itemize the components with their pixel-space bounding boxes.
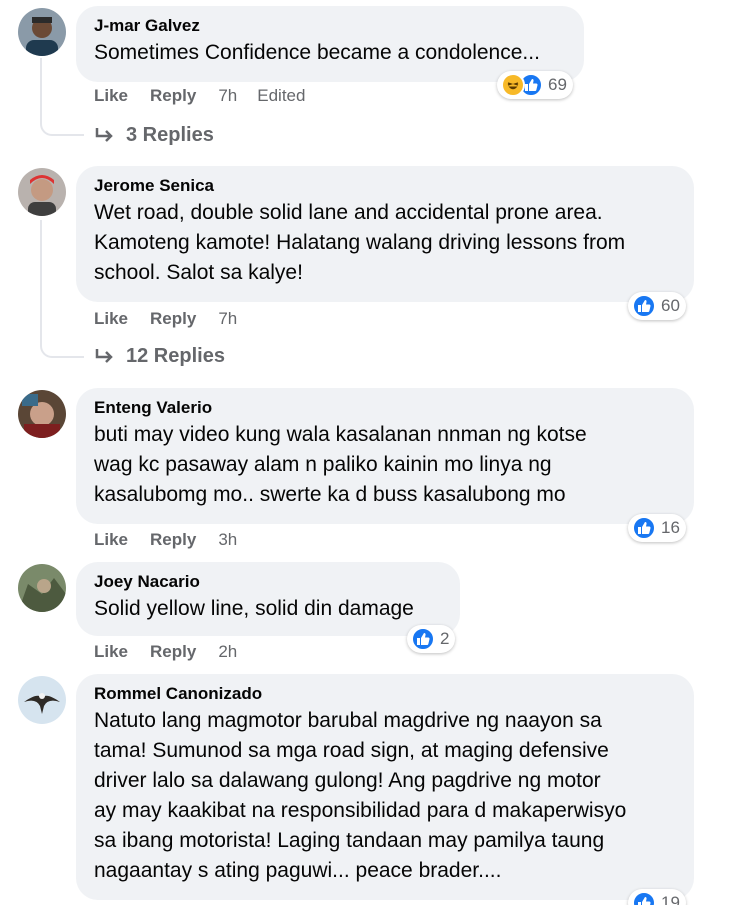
reply-button[interactable]: Reply (150, 309, 196, 329)
comment-text: Sometimes Confidence became a condolence… (94, 41, 540, 64)
reply-arrow-icon (95, 348, 113, 363)
replies-label: 3 Replies (126, 124, 214, 146)
comment-actions: Like Reply 7h Edited (94, 86, 305, 106)
comment-text-line: Natuto lang magmotor barubal magdrive ng… (94, 709, 602, 732)
avatar[interactable] (18, 676, 66, 724)
reaction-summary[interactable]: 60 (628, 292, 686, 320)
reaction-summary[interactable]: 16 (628, 514, 686, 542)
comment-text: Solid yellow line, solid din damage (94, 597, 414, 620)
comment-actions: Like Reply 3h (94, 530, 257, 550)
reply-button[interactable]: Reply (150, 530, 196, 550)
comment-author[interactable]: Jerome Senica (94, 176, 676, 196)
comment-bubble: Jerome Senica Wet road, double solid lan… (76, 166, 694, 302)
comment-text-line: school. Salot sa kalye! (94, 261, 303, 284)
comment-bubble: Rommel Canonizado Natuto lang magmotor b… (76, 674, 694, 900)
comment-text-line: tama! Sumunod sa mga road sign, at magin… (94, 739, 609, 762)
reply-button[interactable]: Reply (150, 642, 196, 662)
haha-icon (501, 73, 525, 97)
comment-text-line: ay may kaakibat na responsibilidad para … (94, 799, 627, 822)
comment-author[interactable]: Enteng Valerio (94, 398, 676, 418)
comment-actions: Like Reply 2h (94, 642, 257, 662)
like-icon (411, 627, 435, 651)
reaction-summary[interactable]: 69 (497, 71, 573, 99)
comment-text-line: buti may video kung wala kasalanan nnman… (94, 423, 587, 446)
comment-author[interactable]: J-mar Galvez (94, 16, 566, 36)
like-icon (632, 891, 656, 905)
comment-timestamp[interactable]: 7h (218, 86, 237, 106)
reaction-count: 2 (440, 629, 450, 648)
comment-text-line: nagaantay s ating paguwi... peace brader… (94, 859, 502, 882)
comment-text-line: kasalubomg mo.. swerte ka d buss kasalub… (94, 483, 566, 506)
comment-text-line: wag kc pasaway alam n paliko kainin mo l… (94, 453, 552, 476)
reaction-count: 69 (548, 75, 567, 94)
edited-label: Edited (257, 86, 306, 105)
comment-bubble: Enteng Valerio buti may video kung wala … (76, 388, 694, 524)
comment-text-line: Kamoteng kamote! Halatang walang driving… (94, 231, 626, 254)
avatar[interactable] (18, 390, 66, 438)
comment-text: Wet road, double solid lane and accident… (94, 198, 676, 288)
like-button[interactable]: Like (94, 530, 128, 550)
like-icon (632, 516, 656, 540)
view-replies-link[interactable]: 3 Replies (94, 124, 214, 147)
comment-text-line: driver lalo sa dalawang gulong! Ang pagd… (94, 769, 601, 792)
avatar[interactable] (18, 564, 66, 612)
reply-button[interactable]: Reply (150, 86, 196, 106)
reaction-count: 19 (661, 893, 680, 905)
comment-bubble: Joey Nacario Solid yellow line, solid di… (76, 562, 460, 636)
comment-text-line: Wet road, double solid lane and accident… (94, 201, 603, 224)
comment-timestamp[interactable]: 3h (218, 530, 237, 550)
comment-author[interactable]: Joey Nacario (94, 572, 442, 592)
reaction-count: 16 (661, 518, 680, 537)
reaction-summary[interactable]: 2 (407, 625, 456, 653)
comment-timestamp[interactable]: 7h (218, 309, 237, 329)
replies-label: 12 Replies (126, 345, 225, 367)
like-button[interactable]: Like (94, 86, 128, 106)
like-icon (632, 294, 656, 318)
comment-actions: Like Reply 7h (94, 309, 257, 329)
reaction-summary[interactable]: 19 (628, 889, 686, 905)
reply-arrow-icon (95, 127, 113, 142)
comment-author[interactable]: Rommel Canonizado (94, 684, 676, 704)
like-button[interactable]: Like (94, 309, 128, 329)
comment-text: buti may video kung wala kasalanan nnman… (94, 420, 676, 510)
comment-text: Natuto lang magmotor barubal magdrive ng… (94, 706, 676, 886)
comment-timestamp[interactable]: 2h (218, 642, 237, 662)
view-replies-link[interactable]: 12 Replies (94, 345, 225, 368)
avatar[interactable] (18, 168, 66, 216)
comment-text-line: sa ibang motorista! Laging tandaan may p… (94, 829, 605, 852)
reaction-count: 60 (661, 296, 680, 315)
like-button[interactable]: Like (94, 642, 128, 662)
avatar[interactable] (18, 8, 66, 56)
